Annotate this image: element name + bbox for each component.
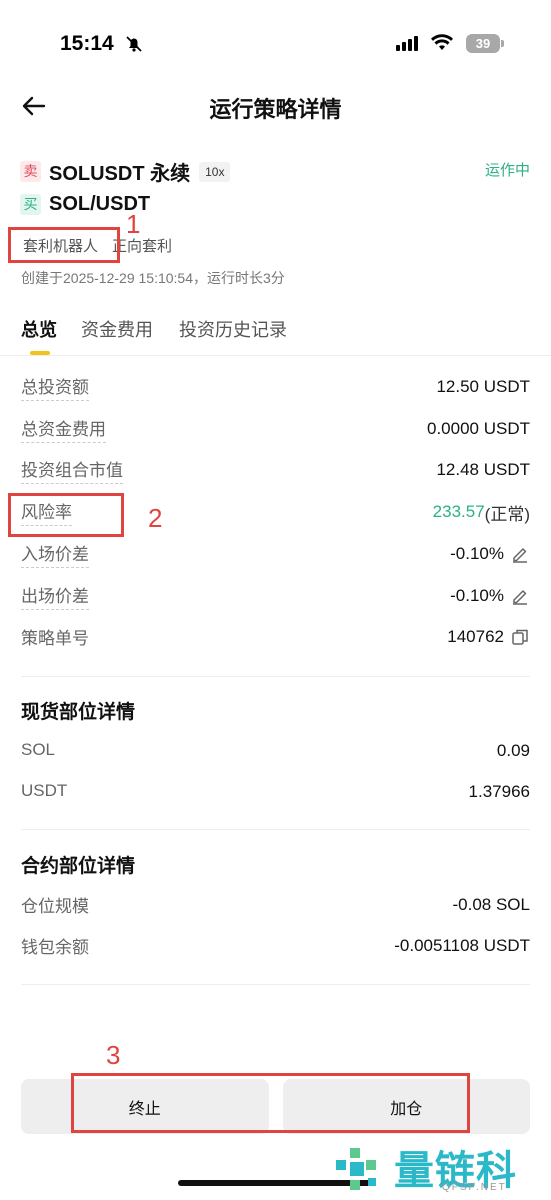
row-total-funding-fee: 总资金费用 0.0000 USDT — [21, 414, 530, 444]
contract-section-title: 合约部位详情 — [21, 856, 136, 877]
wifi-icon — [430, 33, 454, 56]
annotation-number-3: 3 — [106, 1040, 121, 1070]
exit-spread-value-group: -0.10% — [450, 586, 530, 606]
divider — [21, 829, 530, 830]
risk-rate-value-group: 233.57 (正常) — [433, 500, 530, 525]
tab-investment-history[interactable]: 投资历史记录 — [179, 316, 287, 342]
watermark-subtext: QFSP.NET — [442, 1182, 507, 1193]
row-portfolio-value: 投资组合市值 12.48 USDT — [21, 455, 530, 485]
status-time: 15:14 — [60, 32, 114, 55]
strategy-id-value: 140762 — [447, 627, 504, 646]
side-sell-badge: 卖 — [20, 161, 41, 182]
total-funding-fee-label[interactable]: 总资金费用 — [21, 415, 106, 443]
wallet-balance-label: 钱包余额 — [21, 937, 89, 957]
row-position-size: 仓位规模 -0.08 SOL — [21, 890, 530, 920]
pair-row-sell: 卖 SOLUSDT 永续 10x — [20, 157, 231, 186]
wallet-balance-value: -0.0051108 USDT — [394, 936, 530, 955]
watermark: 量链科技 QFSP.NET — [330, 1136, 551, 1200]
header: 运行策略详情 — [0, 80, 551, 132]
tab-bar: 总览 资金费用 投资历史记录 — [0, 314, 551, 356]
position-size-value: -0.08 SOL — [452, 895, 531, 914]
side-buy-badge: 买 — [20, 194, 41, 215]
watermark-logo-icon — [330, 1142, 386, 1200]
battery-icon: 39 — [466, 34, 500, 53]
bell-muted-icon — [124, 34, 144, 59]
exit-spread-label[interactable]: 出场价差 — [21, 582, 89, 610]
divider — [21, 984, 530, 985]
annotation-box-1 — [8, 227, 120, 263]
position-size-label: 仓位规模 — [21, 896, 89, 916]
leverage-badge: 10x — [199, 161, 231, 182]
spot-usdt-value: 1.37966 — [468, 782, 530, 801]
row-wallet-balance: 钱包余额 -0.0051108 USDT — [21, 931, 530, 961]
strategy-id-value-group: 140762 — [447, 627, 530, 647]
total-investment-label[interactable]: 总投资额 — [21, 373, 89, 401]
run-status: 运作中 — [484, 162, 530, 179]
risk-rate-value: 233.57 — [432, 502, 485, 521]
total-funding-fee-value: 0.0000 USDT — [427, 419, 530, 438]
edit-exit-spread-icon[interactable] — [510, 586, 530, 606]
cellular-signal-icon — [396, 36, 418, 51]
exit-spread-value: -0.10% — [450, 586, 504, 605]
battery-nub — [501, 40, 504, 47]
tab-indicator — [30, 351, 50, 355]
annotation-number-1: 1 — [126, 209, 141, 239]
row-exit-spread: 出场价差 -0.10% — [21, 581, 530, 611]
row-entry-spread: 入场价差 -0.10% — [21, 539, 530, 569]
entry-spread-value-group: -0.10% — [450, 544, 530, 564]
status-bar: 15:14 39 — [0, 0, 551, 90]
tab-funding-fee[interactable]: 资金费用 — [81, 316, 153, 342]
row-spot-sol: SOL 0.09 — [21, 736, 530, 766]
row-strategy-id: 策略单号 140762 — [21, 622, 530, 652]
portfolio-value-value: 12.48 USDT — [436, 460, 530, 479]
row-total-investment: 总投资额 12.50 USDT — [21, 372, 530, 402]
strategy-id-label: 策略单号 — [21, 628, 89, 648]
created-info: 创建于2025-12-29 15:10:54，运行时长3分 — [21, 270, 285, 286]
entry-spread-value: -0.10% — [450, 544, 504, 563]
divider — [21, 676, 530, 677]
spot-sol-value: 0.09 — [496, 741, 530, 760]
copy-icon[interactable] — [510, 627, 530, 647]
total-investment-value: 12.50 USDT — [436, 377, 530, 396]
edit-entry-spread-icon[interactable] — [510, 544, 530, 564]
risk-rate-status: (正常) — [484, 504, 530, 524]
annotation-box-3 — [71, 1073, 470, 1133]
annotation-box-2 — [8, 493, 124, 537]
spot-sol-label: SOL — [21, 740, 56, 759]
annotation-number-2: 2 — [148, 503, 163, 533]
tab-overview[interactable]: 总览 — [21, 316, 57, 342]
page-title: 运行策略详情 — [209, 97, 342, 122]
spot-usdt-label: USDT — [21, 781, 68, 800]
spot-section-title: 现货部位详情 — [21, 702, 136, 723]
portfolio-value-label[interactable]: 投资组合市值 — [21, 456, 123, 484]
entry-spread-label[interactable]: 入场价差 — [21, 540, 89, 568]
pair-name-perp: SOLUSDT 永续 — [49, 163, 191, 185]
row-spot-usdt: USDT 1.37966 — [21, 777, 530, 807]
